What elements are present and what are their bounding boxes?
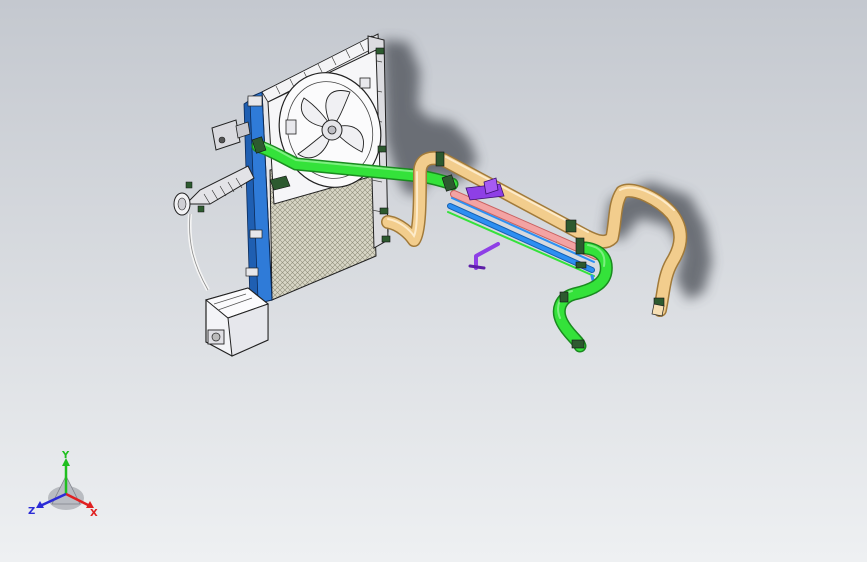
- fan-hub-cap: [327, 125, 337, 135]
- triad-z-label: Z: [28, 506, 35, 517]
- triad-y-label: Y: [61, 450, 70, 461]
- graphics-viewport[interactable]: Y Z X: [0, 0, 867, 562]
- 3d-model-scene[interactable]: Y Z X: [0, 0, 867, 562]
- triad-x-label: X: [90, 508, 98, 519]
- viewport-background: [0, 0, 867, 562]
